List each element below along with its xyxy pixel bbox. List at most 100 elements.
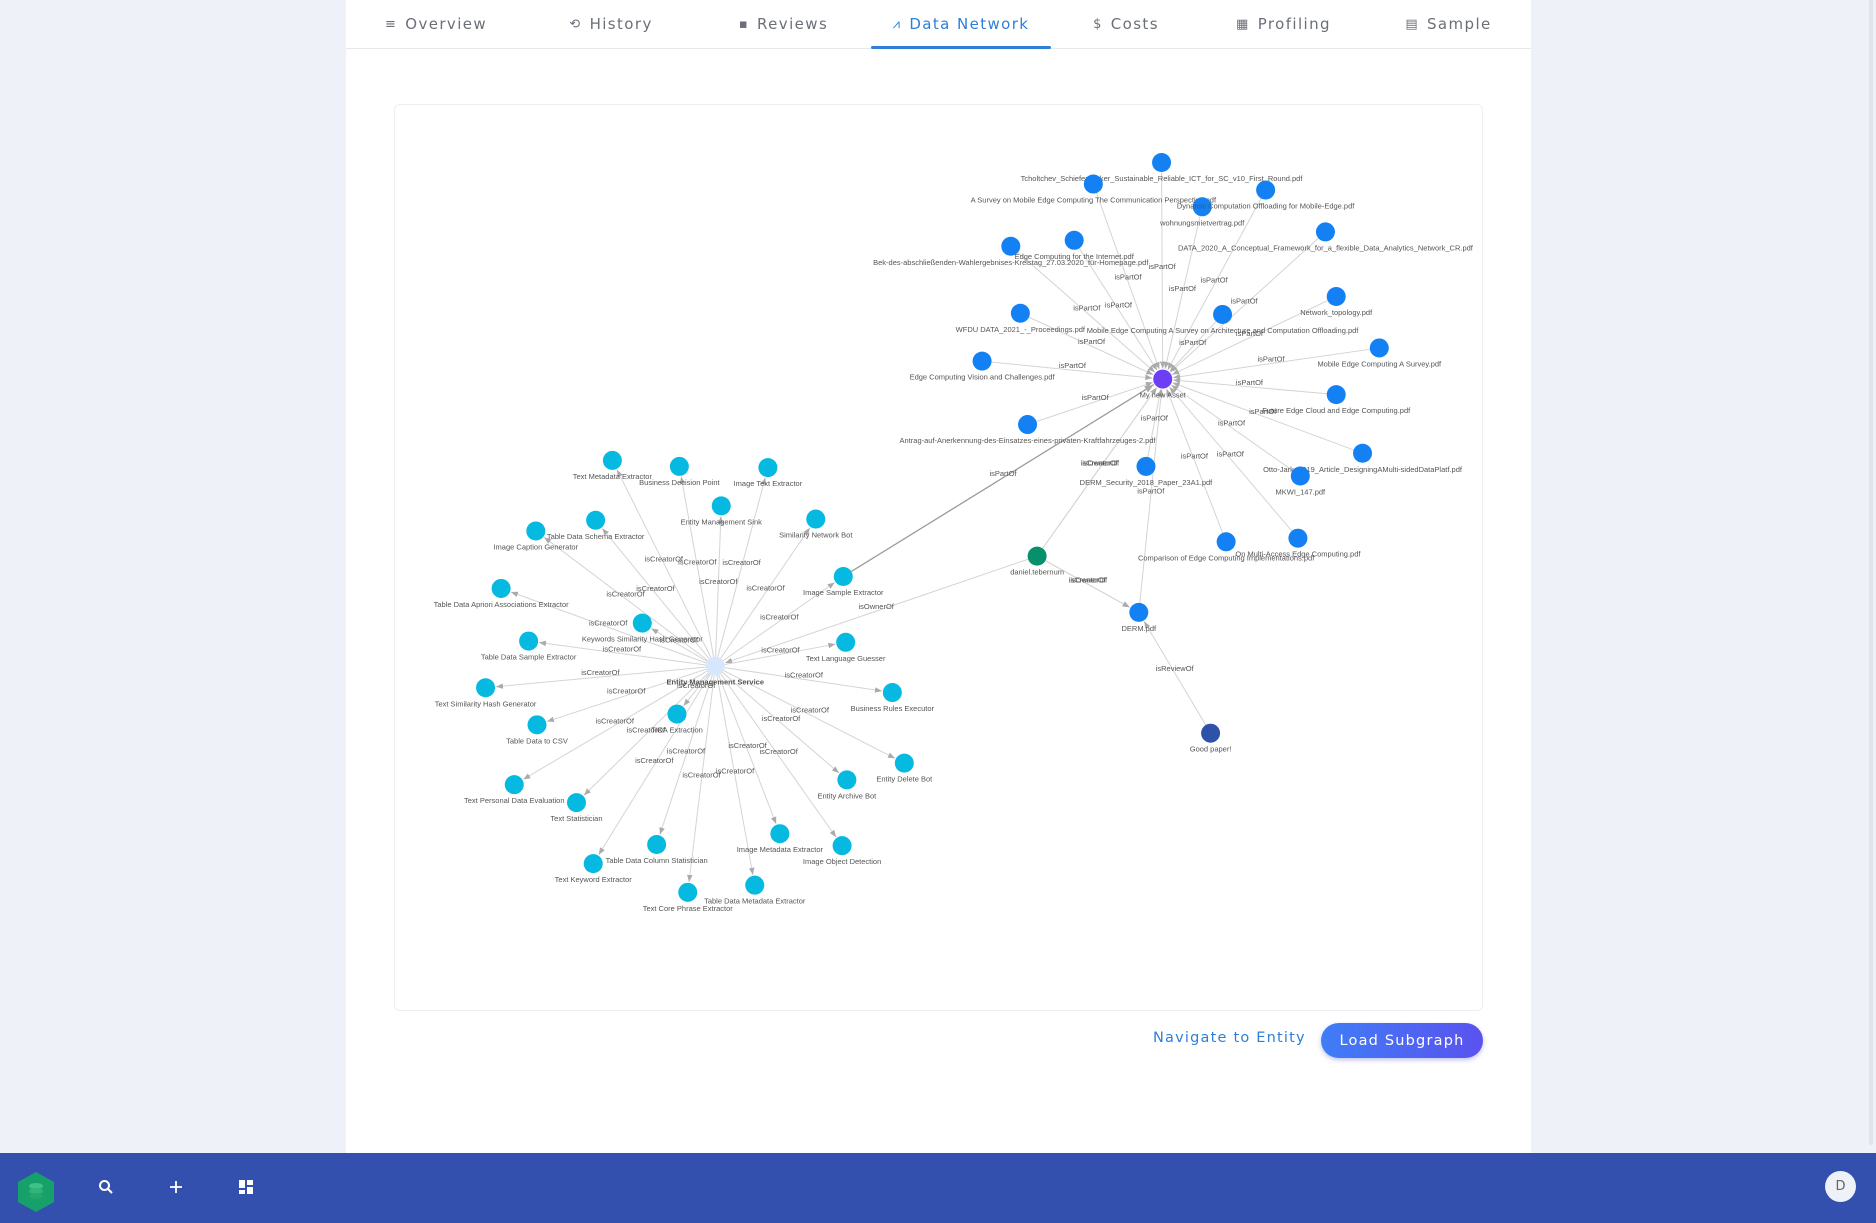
node-circle[interactable] xyxy=(1083,174,1103,194)
node-circle[interactable] xyxy=(1201,723,1221,743)
graph-node-service[interactable]: Table Data to CSV xyxy=(506,715,568,745)
tab-profiling[interactable]: ▦ Profiling xyxy=(1201,0,1366,48)
tab-sample[interactable]: ▤ Sample xyxy=(1366,0,1531,48)
graph-node-user[interactable]: daniel.tebernum xyxy=(1010,546,1064,577)
scrollbar-thumb[interactable] xyxy=(1869,0,1873,1145)
node-circle[interactable] xyxy=(1010,303,1030,323)
node-circle[interactable] xyxy=(1018,415,1038,435)
node-circle[interactable] xyxy=(678,882,698,902)
node-circle[interactable] xyxy=(526,521,546,541)
node-circle[interactable] xyxy=(1353,443,1373,463)
user-avatar[interactable]: D xyxy=(1825,1171,1856,1202)
graph-node-file[interactable]: On Multi-Access Edge Computing.pdf xyxy=(1235,528,1361,559)
node-circle[interactable] xyxy=(1129,602,1149,622)
load-subgraph-button[interactable]: Load Subgraph xyxy=(1321,1023,1483,1058)
edge-label: isPartOf xyxy=(1141,414,1169,423)
graph-node-service[interactable]: Image Text Extractor xyxy=(734,458,803,488)
navigate-to-entity-link[interactable]: Navigate to Entity xyxy=(1153,1030,1306,1046)
node-circle[interactable] xyxy=(832,836,852,856)
graph-node-service[interactable]: Text Similarity Hash Generator xyxy=(435,678,537,708)
node-circle[interactable] xyxy=(1216,532,1236,552)
graph-node-service[interactable]: Table Data Metadata Extractor xyxy=(704,875,806,906)
node-circle[interactable] xyxy=(1064,230,1084,250)
node-circle[interactable] xyxy=(1153,369,1173,389)
search-icon[interactable] xyxy=(94,1175,118,1199)
node-circle[interactable] xyxy=(806,509,826,529)
tab-history[interactable]: ⟲ History xyxy=(526,0,696,48)
node-circle[interactable] xyxy=(476,678,496,698)
node-circle[interactable] xyxy=(1213,304,1233,324)
graph-node-service[interactable]: Table Data Schema Extractor xyxy=(547,510,645,541)
graph-canvas[interactable]: isPartOf isPartOf isPartOf isPartOf isPartOf… xyxy=(395,105,1482,1010)
graph-node-service[interactable]: Entity Management Sink xyxy=(681,496,763,526)
node-circle[interactable] xyxy=(882,683,902,703)
node-circle[interactable] xyxy=(632,613,652,633)
graph-node-service[interactable]: Image Metadata Extractor xyxy=(737,824,824,854)
node-circle[interactable] xyxy=(602,450,622,470)
graph-node-review[interactable]: Good paper! xyxy=(1190,723,1232,754)
tab-costs[interactable]: $ Costs xyxy=(1051,0,1201,48)
node-circle[interactable] xyxy=(711,496,731,516)
node-circle[interactable] xyxy=(504,775,524,795)
node-circle[interactable] xyxy=(1256,180,1276,200)
node-circle[interactable] xyxy=(1369,338,1389,358)
graph-node-service[interactable]: Entity Archive Bot xyxy=(817,770,877,800)
node-circle[interactable] xyxy=(527,715,547,735)
node-circle[interactable] xyxy=(833,566,853,586)
node-circle[interactable] xyxy=(1326,287,1346,307)
node-circle[interactable] xyxy=(1027,546,1047,566)
node-circle[interactable] xyxy=(836,632,856,652)
node-circle[interactable] xyxy=(1326,385,1346,405)
dashboard-icon[interactable] xyxy=(234,1175,258,1199)
node-circle[interactable] xyxy=(745,875,765,895)
tab-overview[interactable]: ≡ Overview xyxy=(346,0,526,48)
node-circle[interactable] xyxy=(1290,466,1310,486)
edge-label: isCreatorOf xyxy=(762,714,801,723)
node-circle[interactable] xyxy=(647,834,667,854)
graph-node-service[interactable]: Similarity Network Bot xyxy=(779,509,853,540)
add-icon[interactable] xyxy=(164,1175,188,1199)
node-circle[interactable] xyxy=(758,458,778,478)
node-circle[interactable] xyxy=(667,704,687,724)
node-circle[interactable] xyxy=(669,456,689,476)
node-circle[interactable] xyxy=(583,854,603,874)
edges-layer xyxy=(495,172,1370,882)
node-circle[interactable] xyxy=(1152,153,1172,173)
node-circle[interactable] xyxy=(1288,528,1308,548)
graph-node-file[interactable]: Mobile Edge Computing A Survey.pdf xyxy=(1317,338,1442,368)
tab-data-network[interactable]: ⩘ Data Network xyxy=(871,0,1051,49)
graph-node-service[interactable]: Text Metadata Extractor xyxy=(573,450,653,481)
node-circle[interactable] xyxy=(519,631,539,651)
graph-node-service[interactable]: Table Data Column Statistician xyxy=(606,834,708,865)
graph-node-file[interactable]: WFDU DATA_2021_-_Proceedings.pdf xyxy=(956,303,1086,334)
graph-node-service[interactable]: TIKA Extraction xyxy=(651,704,703,735)
graph-node-service[interactable]: Table Data Apriori Associations Extracto… xyxy=(434,578,570,609)
graph-node-service[interactable]: Image Sample Extractor xyxy=(803,566,884,597)
node-circle[interactable] xyxy=(1001,236,1021,256)
graph-node-service[interactable]: Business Rules Executor xyxy=(851,683,935,713)
graph-node-file[interactable]: Antrag-auf-Anerkennung-des-Einsatzes-ein… xyxy=(900,415,1157,445)
graph-node-file[interactable]: Edge Computing for the Internet.pdf xyxy=(1015,230,1135,261)
node-circle[interactable] xyxy=(894,753,914,773)
data-network-graph[interactable]: isPartOf isPartOf isPartOf isPartOf isPartOf… xyxy=(394,104,1483,1011)
vertical-scrollbar[interactable] xyxy=(1866,0,1876,1153)
node-circle[interactable] xyxy=(705,656,725,676)
graph-node-file[interactable]: Otto-Jarke2019_Article_DesigningAMulti-s… xyxy=(1263,443,1463,474)
tab-reviews[interactable]: ▪ Reviews xyxy=(696,0,871,48)
graph-node-service[interactable]: Entity Delete Bot xyxy=(876,753,933,784)
graph-node-service[interactable]: Table Data Sample Extractor xyxy=(481,631,577,662)
node-circle[interactable] xyxy=(586,510,606,530)
graph-node-file[interactable]: Tcholtchev_Schieferdecker_Sustainable_Re… xyxy=(1021,153,1304,183)
node-circle[interactable] xyxy=(491,578,511,598)
graph-node-service[interactable]: Text Personal Data Evaluation xyxy=(464,775,565,805)
node-circle[interactable] xyxy=(837,770,857,790)
node-circle[interactable] xyxy=(1136,456,1156,476)
node-circle[interactable] xyxy=(972,351,992,371)
app-logo-icon[interactable] xyxy=(16,1171,56,1213)
edge-label: isPartOf xyxy=(1169,284,1197,293)
node-circle[interactable] xyxy=(1315,222,1335,242)
node-circle[interactable] xyxy=(566,793,586,813)
graph-node-file[interactable]: DERM.pdf xyxy=(1122,602,1158,633)
node-circle[interactable] xyxy=(770,824,790,844)
graph-node-file[interactable]: Network_topology.pdf xyxy=(1300,287,1373,317)
